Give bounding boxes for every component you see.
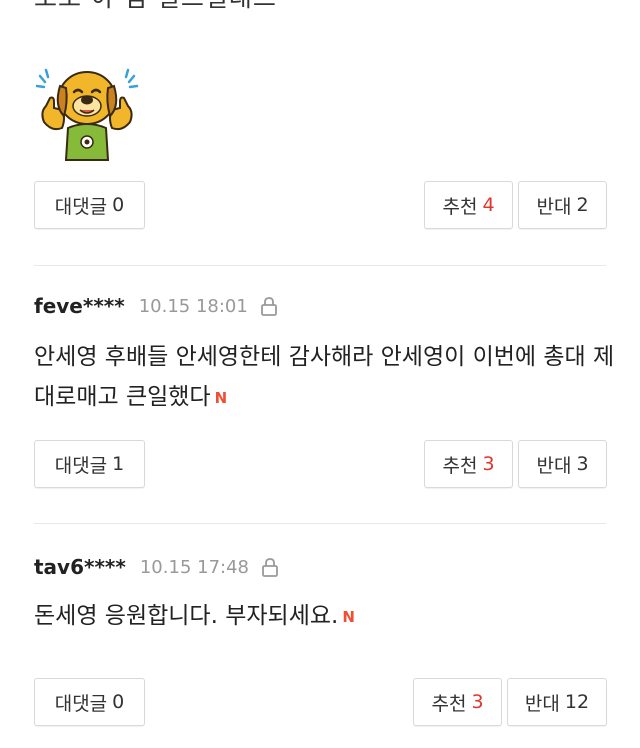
like-count: 3 [471,691,484,713]
dislike-button[interactable]: 반대 3 [518,440,607,488]
reply-button[interactable]: 대댓글 1 [34,440,145,488]
like-label: 추천 [442,195,478,218]
new-badge: N [342,607,355,626]
like-button[interactable]: 추천 4 [424,181,513,229]
lock-icon [262,558,278,577]
comment-meta: tav6**** 10.15 17:48 [34,555,279,579]
dislike-button[interactable]: 반대 2 [518,181,607,229]
dislike-label: 반대 [536,195,572,218]
reply-count: 1 [112,453,125,475]
truncated-comment-text: 조오 야 점 일드일래드 · [34,0,295,14]
comment-meta: feve**** 10.15 18:01 [34,294,278,318]
reply-label: 대댓글 [54,692,108,715]
username[interactable]: feve**** [34,294,125,318]
comment-body: 돈세영 응원합니다. 부자되세요. N [34,596,619,637]
like-label: 추천 [431,692,467,715]
reply-count: 0 [112,691,125,713]
dislike-count: 3 [576,453,589,475]
like-button[interactable]: 추천 3 [413,678,502,726]
like-label: 추천 [442,454,478,477]
comment-text: 돈세영 응원합니다. 부자되세요. [34,603,339,629]
thumbs-up-dog-emoticon [35,68,139,161]
reply-count: 0 [112,194,125,216]
dislike-label: 반대 [536,454,572,477]
dislike-count: 2 [576,194,589,216]
lock-icon [260,297,277,316]
reply-label: 대댓글 [54,195,108,218]
comment-divider [34,265,606,266]
comment-body: 안세영 후배들 안세영한테 감사해라 안세영이 이번에 총대 제대로매고 큰일했… [34,337,619,418]
like-count: 4 [482,194,495,216]
reply-button[interactable]: 대댓글 0 [34,181,145,229]
like-button[interactable]: 추천 3 [424,440,513,488]
dislike-label: 반대 [524,692,560,715]
timestamp: 10.15 17:48 [139,556,249,578]
comment-text: 안세영 후배들 안세영한테 감사해라 안세영이 이번에 총대 제대로매고 큰일했… [34,344,615,410]
like-count: 3 [482,453,495,475]
comment-divider [34,523,606,524]
reply-button[interactable]: 대댓글 0 [34,678,145,726]
timestamp: 10.15 18:01 [138,295,248,317]
dislike-button[interactable]: 반대 12 [507,678,607,726]
reply-label: 대댓글 [54,454,108,477]
new-badge: N [214,388,228,407]
dislike-count: 12 [564,691,590,713]
username[interactable]: tav6**** [34,555,126,579]
